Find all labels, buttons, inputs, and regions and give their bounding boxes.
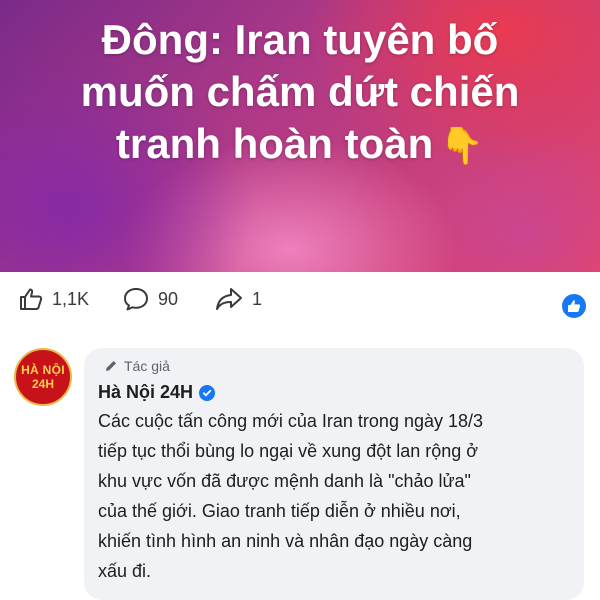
author-name[interactable]: Hà Nội 24H <box>98 382 193 403</box>
reaction-bar: 1,1K 90 1 <box>0 272 600 334</box>
like-reaction-badge-icon <box>562 294 586 318</box>
headline-line: Đông: Iran tuyên bố <box>101 16 499 63</box>
avatar[interactable]: HÀ NỘI 24H <box>14 348 72 406</box>
comment-text-line: khiến tình hình an ninh và nhân đạo ngày… <box>98 531 473 551</box>
avatar-logo-text: HÀ NỘI <box>21 363 65 377</box>
comment-text-line: khu vực vốn đã được mệnh danh là "chảo l… <box>98 471 471 491</box>
author-row: Hà Nội 24H <box>98 382 216 403</box>
like-count: 1,1K <box>52 288 90 309</box>
headline-line-text: tranh hoàn toàn <box>115 120 434 167</box>
comment-text-line: Các cuộc tấn công mới của Iran trong ngà… <box>98 411 484 431</box>
post-image[interactable]: Đông: Iran tuyên bố muốn chấm dứt chiến … <box>0 0 600 272</box>
headline-line: tranh hoàn toàn 👇 <box>0 118 600 172</box>
comment-text-line: tiếp tục thổi bùng lo ngại về xung đột l… <box>98 441 479 461</box>
like-button[interactable]: 1,1K <box>18 286 89 312</box>
pencil-icon <box>106 361 116 371</box>
share-count: 1 <box>252 288 263 309</box>
author-badge: Tác giả <box>104 358 170 374</box>
comment-text: Các cuộc tấn công mới của Iran trong ngà… <box>98 406 576 586</box>
share-button[interactable]: 1 <box>214 286 262 312</box>
comment: HÀ NỘI 24H Tác giả Hà Nội 24H Các cuộc t… <box>0 334 600 600</box>
comment-text-line: của thế giới. Giao tranh tiếp diễn ở nhi… <box>98 501 461 521</box>
comment-button[interactable]: 90 <box>122 286 178 312</box>
thumbs-up-icon <box>20 288 43 310</box>
share-arrow-icon <box>216 288 242 310</box>
verified-badge-icon <box>199 384 216 401</box>
author-tag-label: Tác giả <box>124 358 170 374</box>
headline-line: muốn chấm dứt chiến <box>80 68 520 115</box>
comment-bubble: Tác giả Hà Nội 24H Các cuộc tấn công mới… <box>84 348 584 600</box>
comment-count: 90 <box>158 288 179 309</box>
comment-text-line: xấu đi. <box>98 561 152 581</box>
pointing-down-emoji: 👇 <box>439 125 485 166</box>
comment-bubble-icon <box>124 288 148 311</box>
avatar-logo-text: 24H <box>31 377 54 391</box>
